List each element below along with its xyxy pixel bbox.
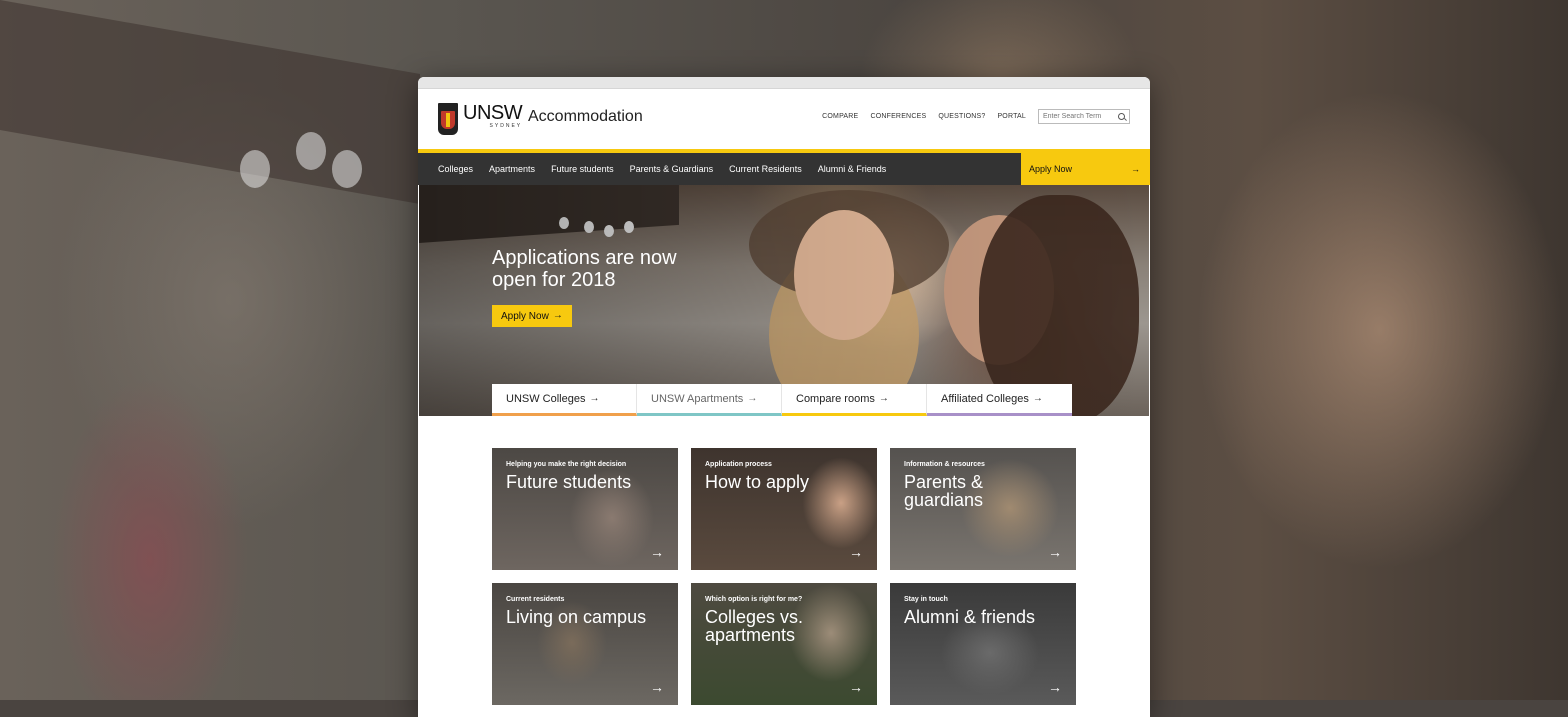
tile-future-students[interactable]: Helping you make the right decision Futu… [492, 448, 678, 570]
hero-banner: Applications are now open for 2018 Apply… [419, 185, 1149, 416]
hero-apply-button[interactable]: Apply Now → [492, 305, 572, 327]
tile-title: Alumni & friends [904, 607, 1036, 627]
nav-item-parents-guardians[interactable]: Parents & Guardians [630, 164, 714, 174]
background-light [240, 150, 270, 188]
tile-title: Living on campus [506, 607, 647, 627]
search-box [1038, 109, 1130, 124]
tab-label: Affiliated Colleges [941, 392, 1029, 405]
tile-alumni-friends[interactable]: Stay in touch Alumni & friends → [890, 583, 1076, 705]
utility-link-conferences[interactable]: CONFERENCES [870, 113, 926, 120]
nav-item-future-students[interactable]: Future students [551, 164, 614, 174]
search-icon[interactable] [1118, 113, 1125, 120]
tab-compare-rooms[interactable]: Compare rooms → [782, 384, 927, 416]
arrow-right-icon: → [849, 544, 863, 560]
tab-label: Compare rooms [796, 392, 875, 405]
nav-item-colleges[interactable]: Colleges [438, 164, 473, 174]
arrow-right-icon: → [650, 544, 664, 560]
hero-apply-label: Apply Now [501, 310, 549, 322]
browser-window: UNSW SYDNEY Accommodation COMPARE CONFER… [418, 77, 1150, 717]
arrow-right-icon: → [1048, 679, 1062, 695]
site-title: Accommodation [528, 108, 643, 125]
tile-eyebrow: Stay in touch [904, 596, 948, 603]
tile-eyebrow: Which option is right for me? [705, 596, 803, 603]
tile-how-to-apply[interactable]: Application process How to apply → [691, 448, 877, 570]
nav-item-current-residents[interactable]: Current Residents [729, 164, 802, 174]
tile-eyebrow: Helping you make the right decision [506, 461, 627, 468]
arrow-right-icon: → [849, 679, 863, 695]
tab-label: UNSW Colleges [506, 392, 586, 405]
arrow-right-icon: → [650, 679, 664, 695]
utility-link-compare[interactable]: COMPARE [822, 113, 858, 120]
utility-link-questions[interactable]: QUESTIONS? [938, 113, 985, 120]
site-header: UNSW SYDNEY Accommodation COMPARE CONFER… [418, 89, 1150, 149]
browser-chrome [418, 77, 1150, 89]
arrow-right-icon: → [878, 392, 889, 404]
tile-title: How to apply [705, 472, 810, 492]
background-light [296, 132, 326, 170]
hero-overlay [419, 185, 1149, 416]
arrow-right-icon: → [747, 392, 758, 404]
arrow-right-icon: → [1048, 544, 1062, 560]
tile-parents-guardians[interactable]: Information & resources Parents & guardi… [890, 448, 1076, 570]
unsw-logo[interactable]: UNSW SYDNEY [438, 102, 523, 135]
hero-tabs: UNSW Colleges → UNSW Apartments → Compar… [492, 384, 1072, 416]
tile-eyebrow: Information & resources [904, 461, 985, 468]
nav-item-alumni-friends[interactable]: Alumni & Friends [818, 164, 887, 174]
arrow-right-icon: → [1131, 163, 1140, 174]
nav-apply-label: Apply Now [1029, 164, 1073, 174]
wordmark: UNSW SYDNEY [463, 102, 523, 129]
tile-title: Future students [506, 472, 632, 492]
arrow-right-icon: → [589, 392, 600, 404]
arrow-right-icon: → [1032, 392, 1043, 404]
tab-unsw-apartments[interactable]: UNSW Apartments → [637, 384, 782, 416]
tab-unsw-colleges[interactable]: UNSW Colleges → [492, 384, 637, 416]
hero-headline: Applications are now open for 2018 [492, 247, 677, 291]
tile-title: Colleges vs. apartments [705, 607, 804, 645]
nav-item-apartments[interactable]: Apartments [489, 164, 535, 174]
main-nav: Colleges Apartments Future students Pare… [418, 149, 1150, 185]
search-input[interactable] [1043, 113, 1113, 120]
tab-label: UNSW Apartments [651, 392, 744, 405]
feature-tiles: Helping you make the right decision Futu… [418, 416, 1150, 705]
utility-link-portal[interactable]: PORTAL [997, 113, 1026, 120]
unsw-crest-icon [438, 103, 458, 135]
tile-colleges-vs-apartments[interactable]: Which option is right for me? Colleges v… [691, 583, 877, 705]
brand-name: UNSW [463, 102, 523, 124]
utility-nav: COMPARE CONFERENCES QUESTIONS? PORTAL [810, 109, 1130, 124]
tile-title: Parents & guardians [904, 472, 984, 510]
tile-eyebrow: Current residents [506, 596, 565, 603]
tab-affiliated-colleges[interactable]: Affiliated Colleges → [927, 384, 1072, 416]
background-light [332, 150, 362, 188]
nav-apply-button[interactable]: Apply Now → [1021, 153, 1150, 185]
arrow-right-icon: → [552, 310, 563, 321]
brand-sub: SYDNEY [489, 123, 523, 129]
tile-living-on-campus[interactable]: Current residents Living on campus → [492, 583, 678, 705]
main-nav-items: Colleges Apartments Future students Pare… [418, 164, 902, 174]
tile-eyebrow: Application process [705, 461, 772, 468]
